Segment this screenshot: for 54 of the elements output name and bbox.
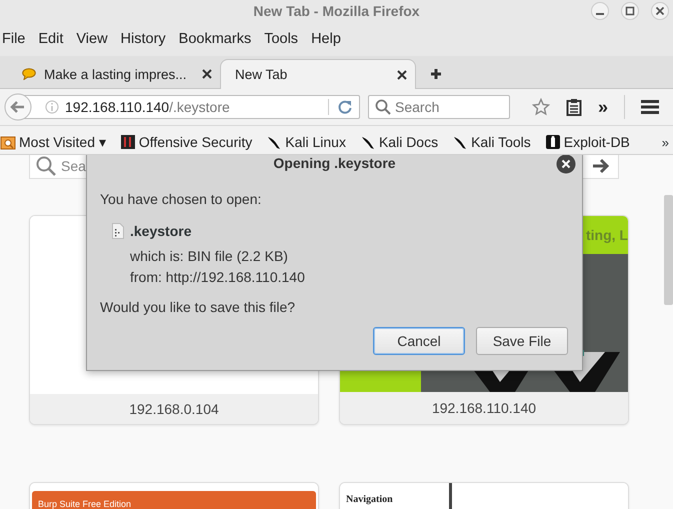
search-field[interactable]: Search — [368, 95, 510, 119]
menu-item[interactable]: File — [0, 31, 34, 47]
dialog-title: Opening .keystore — [273, 155, 396, 171]
close-icon[interactable] — [556, 155, 576, 174]
overflow-chevron[interactable]: » — [598, 96, 608, 118]
site-tile[interactable]: Burp Suite Free Edition — [29, 482, 319, 509]
info-icon — [45, 100, 59, 114]
browser-tab[interactable]: New Tab — [220, 59, 416, 89]
site-icon — [120, 134, 136, 150]
speech-bubble-icon — [22, 68, 36, 80]
tile-caption: 192.168.0.104 — [30, 394, 318, 424]
dialog-button[interactable]: Save File — [476, 327, 568, 355]
tile-caption: 192.168.110.140 — [340, 392, 628, 424]
menu-item[interactable]: Tools — [262, 31, 306, 47]
menu-item[interactable]: Bookmarks — [176, 31, 260, 47]
bookmark-item[interactable]: Most Visited ▾ — [0, 134, 106, 150]
maximize-icon[interactable] — [621, 2, 639, 20]
header-text: Navigation — [346, 494, 393, 505]
menu-icon[interactable] — [641, 99, 660, 115]
file-type-text: which is: BIN file (2.2 KB) — [130, 248, 289, 264]
question-text: Would you like to save this file? — [100, 299, 296, 315]
search-icon — [375, 99, 391, 115]
window-title: New Tab - Mozilla Firefox — [253, 3, 420, 19]
file-source-text: from: http://192.168.110.140 — [130, 269, 306, 285]
menu-item[interactable]: History — [118, 31, 174, 47]
folder-search-icon — [0, 134, 16, 150]
clipboard-icon[interactable] — [566, 98, 582, 116]
bookmark-item[interactable]: Kali Linux — [266, 134, 346, 150]
close-icon[interactable] — [202, 69, 212, 79]
header-text: ting, L — [586, 227, 628, 243]
close-icon[interactable] — [397, 70, 407, 80]
menu-item[interactable]: View — [74, 31, 116, 47]
plus-icon[interactable] — [430, 68, 442, 80]
browser-tab[interactable]: Make a lasting impres... — [14, 60, 220, 88]
bookmark-item[interactable]: Kali Tools — [452, 134, 531, 150]
search-icon — [36, 156, 56, 176]
arrow-right-icon[interactable] — [592, 158, 610, 174]
bookmark-item[interactable]: Kali Docs — [360, 134, 438, 150]
url-text: 192.168.110.140/.keystore — [65, 99, 231, 115]
star-icon[interactable] — [532, 98, 550, 116]
intro-text: You have chosen to open: — [100, 191, 262, 207]
overflow-chevron[interactable]: » — [662, 134, 673, 150]
menu-item[interactable]: Edit — [36, 31, 72, 47]
file-name: .keystore — [130, 223, 192, 239]
bookmark-item[interactable]: Exploit-DB — [544, 134, 630, 150]
site-icon — [544, 134, 561, 150]
bookmark-item[interactable]: Offensive Security — [120, 134, 252, 150]
site-tile[interactable]: Navigation — [339, 482, 629, 509]
minimize-icon[interactable] — [591, 2, 609, 20]
header-text: Burp Suite Free Edition — [38, 499, 132, 509]
file-icon — [112, 223, 124, 239]
dialog-button[interactable]: Cancel — [373, 327, 465, 355]
menu-item[interactable]: Help — [309, 31, 349, 47]
scrollbar[interactable] — [664, 195, 673, 305]
